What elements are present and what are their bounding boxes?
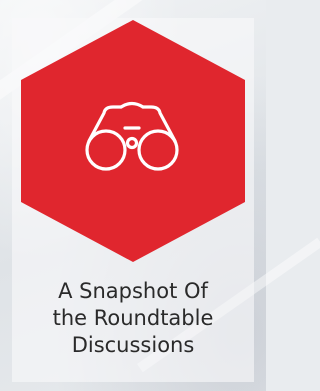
tile-title[interactable]: A Snapshot Of the Roundtable Discussions — [0, 278, 266, 359]
hexagon-fill — [21, 20, 245, 262]
hexagon-shape — [21, 20, 245, 262]
tile-title-line: Discussions — [71, 333, 195, 357]
tile-title-line: A Snapshot Of — [58, 279, 208, 303]
hexagon-badge — [18, 20, 248, 266]
tile-title-line: the Roundtable — [52, 306, 214, 330]
